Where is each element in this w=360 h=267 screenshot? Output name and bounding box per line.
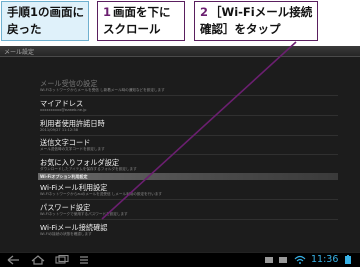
setting-title: Wi-Fiメール利用設定 <box>40 183 108 192</box>
setting-summary: Wi-Fiの接続の状態を確認します <box>40 232 92 236</box>
setting-title: お気に入りフォルダ設定 <box>40 158 120 167</box>
setting-summary: Wi-Fiネットワークからauのメールを送受信 しメール利用の設定を行います <box>40 192 163 196</box>
app-titlebar: メール設定 <box>0 46 360 57</box>
setting-wifi-mail[interactable]: Wi-Fiメール利用設定 Wi-Fiネットワークからauのメールを送受信 しメー… <box>40 183 340 197</box>
menu-icon[interactable] <box>78 255 90 265</box>
app-title: メール設定 <box>4 49 35 56</box>
setting-title: 利用者使用許諾日時 <box>40 119 105 128</box>
setting-summary: Wi-Fiネットワークからメールを受信 し新着メール時の通知などを設定します <box>40 88 165 92</box>
setting-title: マイアドレス <box>40 99 84 108</box>
divider <box>40 135 338 136</box>
section-header-wifi: Wi-Fiオプション利用設定 <box>38 173 338 180</box>
system-navbar: 11:36 <box>0 252 360 267</box>
setting-charset[interactable]: 送信文字コード メール送信時の文字コードを設定します <box>40 138 340 152</box>
callout-returned-line1: 手順1の画面に <box>7 5 85 19</box>
setting-mail-receive[interactable]: メール受信の設定 Wi-Fiネットワークからメールを受信 し新着メール時の通知な… <box>40 79 340 93</box>
callout-returned-line2: 戻った <box>7 22 42 36</box>
setting-title: 送信文字コード <box>40 138 91 147</box>
callout-step-2-line2: 確認］をタップ <box>200 22 281 36</box>
battery-icon <box>345 255 351 264</box>
notification-icon[interactable] <box>278 255 288 265</box>
divider <box>40 219 338 220</box>
divider <box>40 199 338 200</box>
setting-summary: メール送信時の文字コードを設定します <box>40 147 105 151</box>
callout-step-2: 2 ［Wi-Fiメール接続 確認］をタップ <box>194 1 318 41</box>
callout-step-2-number: 2 <box>200 5 209 19</box>
setting-summary: xxxxxxxxxx@ezweb.ne.jp <box>40 108 87 112</box>
tablet-screen: メール設定 メール受信の設定 Wi-Fiネットワークからメールを受信 し新着メー… <box>0 46 360 267</box>
notification-icon[interactable] <box>264 255 274 265</box>
setting-consent-date[interactable]: 利用者使用許諾日時 2011/09/27 11:12:38 <box>40 119 340 133</box>
setting-my-address[interactable]: マイアドレス xxxxxxxxxx@ezweb.ne.jp <box>40 99 340 113</box>
setting-summary: Wi-Fiネットワークで使用するパスワードを設定します <box>40 212 128 216</box>
callout-step-1: 1 画面を下に スクロール <box>97 1 185 41</box>
status-clock: 11:36 <box>311 254 339 265</box>
section-header-label: Wi-Fiオプション利用設定 <box>40 174 88 179</box>
wifi-icon <box>294 255 306 264</box>
callout-returned: 手順1の画面に 戻った <box>1 1 89 41</box>
callout-step-2-line1: ［Wi-Fiメール接続 <box>210 5 313 19</box>
recent-apps-icon[interactable] <box>54 255 70 265</box>
setting-summary: 2011/09/27 11:12:38 <box>40 128 78 132</box>
divider <box>40 115 338 116</box>
setting-title: Wi-Fiメール接続確認 <box>40 223 108 232</box>
callout-step-1-line1: 画面を下に <box>113 5 171 19</box>
divider <box>40 154 338 155</box>
setting-title: メール受信の設定 <box>40 79 98 88</box>
setting-title: パスワード設定 <box>40 203 91 212</box>
setting-favorite-folder[interactable]: お気に入りフォルダ設定 ダウンロードしたアイテムを保存するフォルダを設定します <box>40 158 340 172</box>
callout-step-1-number: 1 <box>103 5 112 19</box>
divider <box>40 95 338 96</box>
back-icon[interactable] <box>6 255 22 265</box>
home-icon[interactable] <box>30 255 46 265</box>
callout-step-1-line2: スクロール <box>103 22 161 36</box>
setting-summary: ダウンロードしたアイテムを保存するフォルダを設定します <box>40 167 137 171</box>
setting-wifi-connection-check[interactable]: Wi-Fiメール接続確認 Wi-Fiの接続の状態を確認します <box>40 223 340 237</box>
setting-password[interactable]: パスワード設定 Wi-Fiネットワークで使用するパスワードを設定します <box>40 203 340 217</box>
